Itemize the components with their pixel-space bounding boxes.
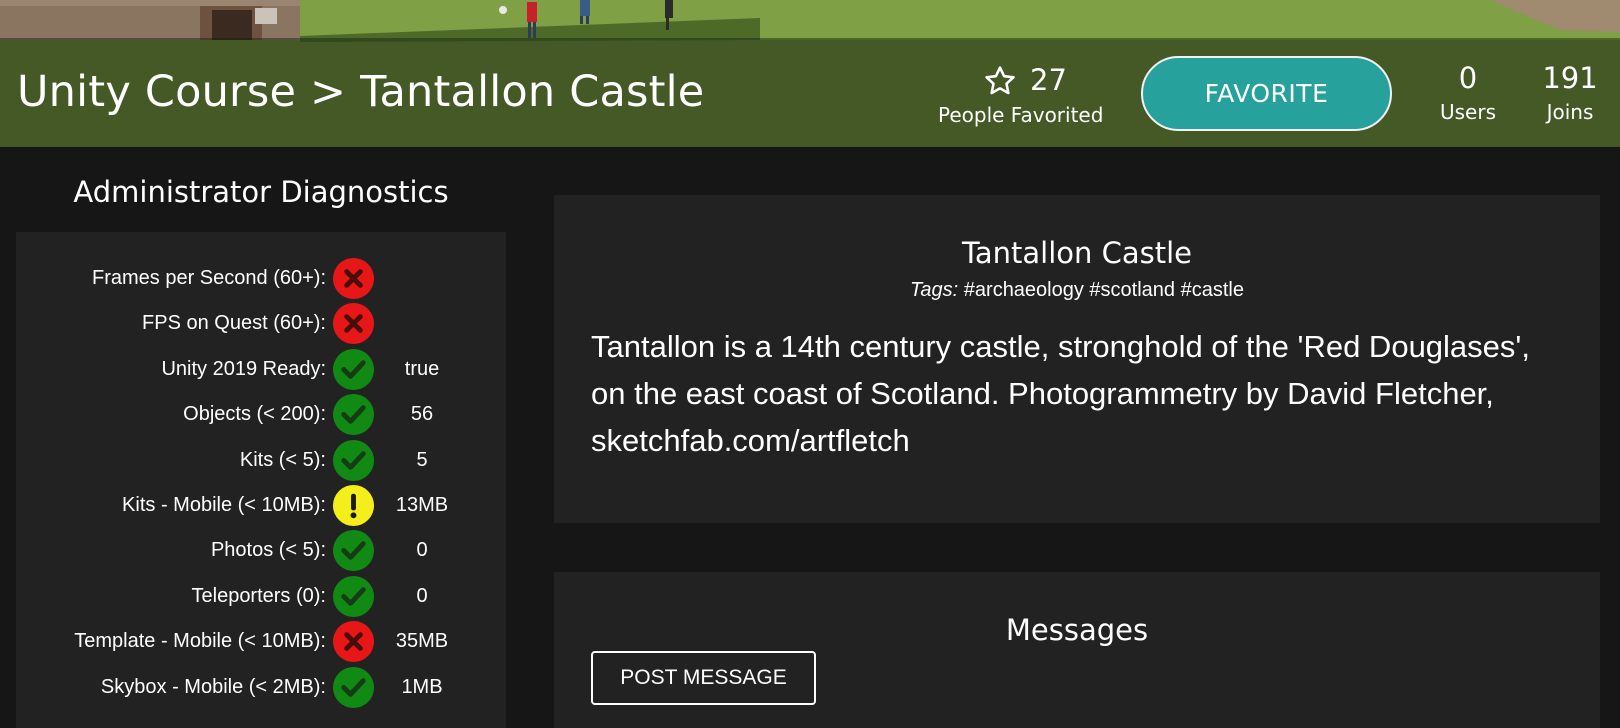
world-description: Tantallon is a 14th century castle, stro… bbox=[591, 329, 1530, 458]
check-icon bbox=[332, 393, 375, 436]
check-icon bbox=[332, 348, 375, 391]
joins-label: Joins bbox=[1546, 100, 1594, 124]
diagnostics-value: 13MB bbox=[395, 494, 449, 516]
diagnostics-value: 0 bbox=[416, 584, 428, 607]
diagnostics-label: Photos (< 5): bbox=[210, 539, 326, 562]
diagnostics-row: Template - Mobile (< 10MB): 35MB bbox=[16, 618, 506, 664]
tags-label: Tags: bbox=[910, 279, 959, 301]
diagnostics-row: Skybox - Mobile (< 2MB): 1MB bbox=[16, 664, 506, 710]
diagnostics-label: Unity 2019 Ready: bbox=[161, 357, 326, 380]
diagnostics-value: 1MB bbox=[401, 675, 443, 698]
users-label: Users bbox=[1439, 100, 1496, 124]
diagnostics-row: FPS on Quest (60+): bbox=[16, 300, 506, 346]
joins-stat: 191 Joins bbox=[1530, 58, 1610, 126]
messages-card: Messages POST MESSAGE bbox=[554, 572, 1600, 728]
star-outline-icon bbox=[985, 66, 1015, 95]
favorite-count-value: 27 bbox=[1030, 63, 1067, 97]
page-title: Unity Course > Tantallon Castle bbox=[17, 67, 705, 117]
diagnostics-value: 35MB bbox=[395, 630, 449, 653]
diagnostics-panel: Frames per Second (60+): FPS on Quest (60… bbox=[16, 232, 506, 728]
diagnostics-label: Kits (< 5): bbox=[239, 448, 326, 471]
diagnostics-value: true bbox=[404, 357, 440, 380]
post-message-button[interactable]: POST MESSAGE bbox=[591, 651, 816, 705]
world-info-card: Tantallon Castle Tags: #archaeology #sco… bbox=[554, 195, 1600, 523]
check-icon bbox=[332, 666, 375, 709]
favorite-button[interactable]: FAVORITE bbox=[1141, 56, 1392, 131]
check-icon bbox=[332, 575, 375, 618]
diagnostics-row: Frames per Second (60+): bbox=[16, 255, 506, 301]
favorite-count-label: People Favorited bbox=[938, 103, 1104, 127]
close-icon bbox=[332, 620, 375, 663]
diagnostics-label: Teleporters (0): bbox=[191, 584, 327, 607]
diagnostics-label: Template - Mobile (< 10MB): bbox=[74, 630, 326, 653]
check-icon bbox=[332, 529, 375, 572]
diagnostics-row: Photos (< 5): 0 bbox=[16, 527, 506, 573]
diagnostics-row: Kits (< 5): 5 bbox=[16, 437, 506, 483]
diagnostics-row: Teleporters (0): 0 bbox=[16, 573, 506, 619]
diagnostics-label: Kits - Mobile (< 10MB): bbox=[122, 494, 326, 516]
world-name: Tantallon Castle bbox=[961, 236, 1193, 270]
close-icon bbox=[332, 257, 375, 300]
diagnostics-label: Frames per Second (60+): bbox=[92, 267, 326, 289]
world-tags: Tags: #archaeology #scotland #castle bbox=[554, 278, 1600, 302]
diagnostics-title: Administrator Diagnostics bbox=[73, 175, 449, 209]
diagnostics-value: 0 bbox=[416, 539, 428, 562]
diagnostics-value: 56 bbox=[410, 403, 434, 426]
warning-icon bbox=[332, 484, 375, 527]
diagnostics-label: Skybox - Mobile (< 2MB): bbox=[100, 675, 326, 698]
diagnostics-row: Kits - Mobile (< 10MB): 13MB bbox=[16, 482, 506, 528]
diagnostics-row: Objects (< 200): 56 bbox=[16, 391, 506, 437]
check-icon bbox=[332, 439, 375, 482]
users-stat: 0 Users bbox=[1428, 58, 1508, 126]
close-icon bbox=[332, 302, 375, 345]
header-banner: Unity Course > Tantallon Castle 27 Peopl… bbox=[0, 0, 1620, 147]
joins-count: 191 bbox=[1542, 61, 1598, 95]
diagnostics-label: FPS on Quest (60+): bbox=[142, 312, 326, 335]
diagnostics-row: Unity 2019 Ready: true bbox=[16, 346, 506, 392]
tags-list: #archaeology #scotland #castle bbox=[963, 279, 1244, 301]
messages-title: Messages bbox=[1005, 613, 1149, 647]
diagnostics-label: Objects (< 200): bbox=[183, 403, 326, 426]
diagnostics-value: 5 bbox=[416, 448, 428, 471]
users-count: 0 bbox=[1458, 61, 1478, 95]
